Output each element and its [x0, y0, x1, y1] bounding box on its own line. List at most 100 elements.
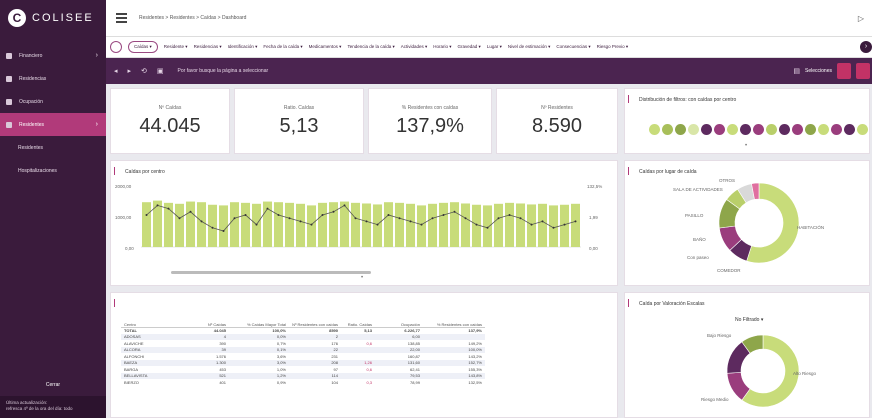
sidebar-item-residentes[interactable]: Residentes ›: [0, 113, 106, 136]
filter-identificacion[interactable]: Identificación ▾: [228, 44, 258, 50]
bar: [142, 202, 151, 247]
table-row[interactable]: BIERZO 401 0,9% 104 0,3 78,99 132,5%: [121, 379, 485, 386]
expand-icon[interactable]: ▷: [858, 14, 864, 23]
filter-toggle-icon[interactable]: [110, 41, 122, 53]
selections-label[interactable]: Selecciones: [805, 68, 832, 74]
update-line-2: refresca 4ª de la ora del día: todo: [6, 406, 73, 411]
sidebar-item-label: Financiero: [19, 52, 43, 59]
filter-dot[interactable]: [675, 124, 686, 135]
lock-icon[interactable]: ▣: [157, 67, 164, 75]
bar: [241, 202, 250, 247]
export-button[interactable]: [856, 63, 870, 79]
back-icon[interactable]: ◂: [114, 67, 118, 75]
filter-dot[interactable]: [714, 124, 725, 135]
menu-icon[interactable]: [116, 13, 127, 23]
filter-actividades[interactable]: Actividades ▾: [401, 44, 428, 50]
close-button[interactable]: Cerrar: [0, 374, 106, 396]
filter-dot[interactable]: [662, 124, 673, 135]
table-card: Centro Nº Caídas % Caídas Mayor Total Nº…: [110, 292, 618, 418]
label-alto-riesgo: Alto Riesgo: [793, 371, 817, 376]
ratio-point: [189, 210, 192, 213]
sidebar-subitem-hospitalizaciones[interactable]: Hospitalizaciones: [0, 159, 106, 182]
filter-nivel[interactable]: Nivel de estimación ▾: [508, 44, 551, 50]
filter-fecha[interactable]: Fecha de la caída ▾: [263, 44, 302, 50]
bar: [307, 205, 316, 247]
filter-dot[interactable]: [766, 124, 777, 135]
logo-mark: C: [8, 9, 26, 27]
filter-lugar[interactable]: Lugar ▾: [487, 44, 502, 50]
filter-dot[interactable]: [844, 124, 855, 135]
filter-dot[interactable]: [805, 124, 816, 135]
clear-icon[interactable]: ⟲: [141, 67, 147, 75]
selections-icon[interactable]: ▤: [793, 67, 800, 75]
filter-caidas[interactable]: Caídas ▾: [128, 41, 158, 53]
logo: C COLISEE: [0, 0, 106, 36]
col-header-residentes[interactable]: Nº Residentes con caídas: [289, 313, 341, 328]
col-header-ocupacion[interactable]: Ocupación: [375, 313, 423, 328]
bar: [219, 205, 228, 247]
filter-tendencia[interactable]: Tendencia de la caída ▾: [347, 44, 394, 50]
selection-hint: Por favor busque la página a seleccionar: [177, 68, 269, 74]
filter-dot[interactable]: [818, 124, 829, 135]
sidebar-item-financiero[interactable]: Financiero ›: [0, 44, 106, 67]
card-title: Caída por Valoración Escalas: [639, 301, 705, 307]
filter-dot[interactable]: [649, 124, 660, 135]
table-cell: 78,99: [409, 379, 420, 385]
ratio-point: [321, 214, 324, 216]
filter-consecuencias[interactable]: Consecuencias ▾: [556, 44, 590, 50]
donut-place-card: Caídas por lugar de caída SALA DE ACTIVI…: [624, 160, 870, 286]
sidebar-item-label: Hospitalizaciones: [18, 167, 57, 174]
ratio-point: [442, 214, 445, 216]
bar: [483, 205, 492, 247]
forward-icon[interactable]: ▸: [128, 67, 132, 75]
label-comedor: COMEDOR: [717, 268, 741, 273]
filter-dot[interactable]: [727, 124, 738, 135]
bar: [285, 202, 294, 247]
filter-dot[interactable]: [701, 124, 712, 135]
filter-dot[interactable]: [753, 124, 764, 135]
filter-dot[interactable]: [779, 124, 790, 135]
bar: [461, 203, 470, 247]
sidebar-subitem-residentes[interactable]: Residentes: [0, 136, 106, 159]
filter-dot[interactable]: [857, 124, 868, 135]
sidebar-item-ocupacion[interactable]: Ocupación: [0, 90, 106, 113]
filter-residencias[interactable]: Residencias ▾: [194, 44, 222, 50]
action-bar-right: ▤ Selecciones: [793, 63, 870, 79]
col-header-ratio[interactable]: Ratio. Caídas: [341, 313, 375, 328]
risk-filter-select[interactable]: No Filtrado ▾: [735, 317, 763, 323]
topbar: Residentes > Residentes > Caídas > Dashb…: [106, 0, 872, 36]
kpi-card-ratio: Ratio. Caídas 5,13: [234, 88, 364, 154]
sidebar-item-residencias[interactable]: Residencias: [0, 67, 106, 90]
filter-horario[interactable]: Horario ▾: [433, 44, 451, 50]
filter-dot[interactable]: [740, 124, 751, 135]
ratio-point: [222, 230, 225, 232]
filter-dot[interactable]: [792, 124, 803, 135]
bar: [395, 202, 404, 247]
table-cell: BIERZO: [124, 379, 139, 385]
ratio-point: [310, 223, 313, 226]
data-table: Centro Nº Caídas % Caídas Mayor Total Nº…: [121, 313, 485, 386]
filter-dot[interactable]: [831, 124, 842, 135]
sidebar-item-label: Residentes: [19, 121, 45, 128]
table-cell: 0,9%: [276, 379, 286, 385]
col-header-centro[interactable]: Centro: [121, 313, 169, 328]
more-filters-icon[interactable]: ›: [860, 41, 872, 53]
bar: [417, 205, 426, 247]
col-header-caidas[interactable]: Nº Caídas: [169, 313, 229, 328]
col-header-pct-residentes[interactable]: % Residentes con caídas: [423, 313, 485, 328]
bookmark-button[interactable]: [837, 63, 851, 79]
ratio-point: [332, 210, 335, 213]
col-header-pct-total[interactable]: % Caídas Mayor Total: [229, 313, 289, 328]
filter-residente[interactable]: Residente ▾: [164, 44, 188, 50]
filter-medicamentos[interactable]: Medicamentos ▾: [309, 44, 342, 50]
right-axis-top: 132,5%: [587, 184, 603, 189]
kpi-value: 137,9%: [396, 115, 464, 137]
bed-icon: [6, 98, 12, 105]
ratio-point: [497, 217, 500, 220]
filter-riesgo[interactable]: Riesgo Previo ▾: [597, 44, 629, 50]
ratio-point: [277, 214, 280, 216]
kpi-label: % Residentes con caídas: [401, 105, 459, 111]
filter-dot[interactable]: [688, 124, 699, 135]
bar: [153, 200, 162, 247]
filter-gravedad[interactable]: Gravedad ▾: [458, 44, 481, 50]
